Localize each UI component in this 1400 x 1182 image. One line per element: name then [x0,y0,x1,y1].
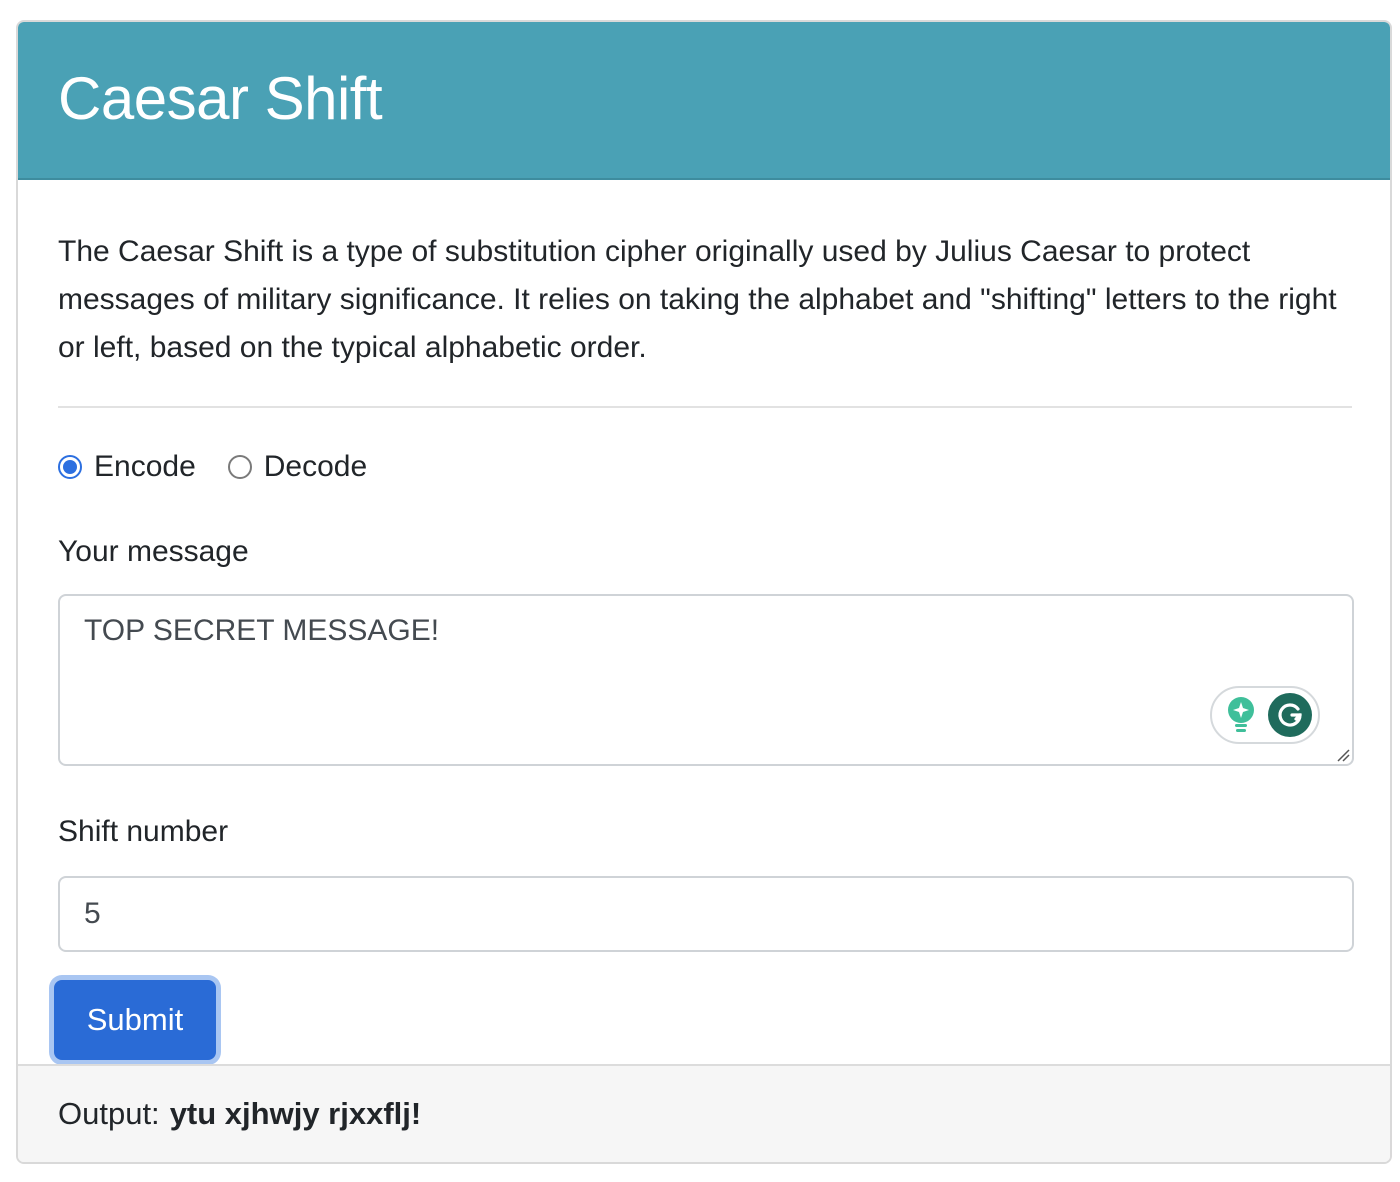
lightbulb-sparkle-icon[interactable] [1226,695,1256,735]
card-body: The Caesar Shift is a type of substituti… [18,228,1390,1080]
shift-label: Shift number [58,815,229,848]
intro-text: The Caesar Shift is a type of substituti… [58,235,1337,364]
output-footer: Output: ytu xjhwjy rjxxflj! [18,1064,1390,1162]
caesar-shift-card: Caesar Shift The Caesar Shift is a type … [16,20,1392,1164]
message-label: Your message [58,535,249,568]
grammarly-widget[interactable] [1210,686,1320,744]
message-text: TOP SECRET MESSAGE! [84,614,440,647]
card-header: Caesar Shift [18,22,1390,180]
decode-option[interactable]: Decode [227,450,368,484]
resize-handle-icon[interactable] [1334,746,1350,762]
encode-label: Encode [94,450,196,483]
mode-radio-group: Encode Decode [58,448,1352,486]
divider [58,406,1352,408]
page-title: Caesar Shift [58,64,383,132]
message-textarea[interactable]: TOP SECRET MESSAGE! [58,594,1354,766]
output-label: Output: [58,1096,160,1131]
output-value: ytu xjhwjy rjxxflj! [169,1096,422,1131]
encode-radio[interactable] [58,455,82,479]
shift-value: 5 [84,897,101,930]
submit-button[interactable]: Submit [54,980,216,1060]
encode-option[interactable]: Encode [58,450,196,484]
decode-radio[interactable] [227,455,252,479]
grammarly-icon[interactable] [1268,693,1312,737]
decode-label: Decode [263,450,368,483]
shift-number-input[interactable]: 5 [58,876,1354,952]
